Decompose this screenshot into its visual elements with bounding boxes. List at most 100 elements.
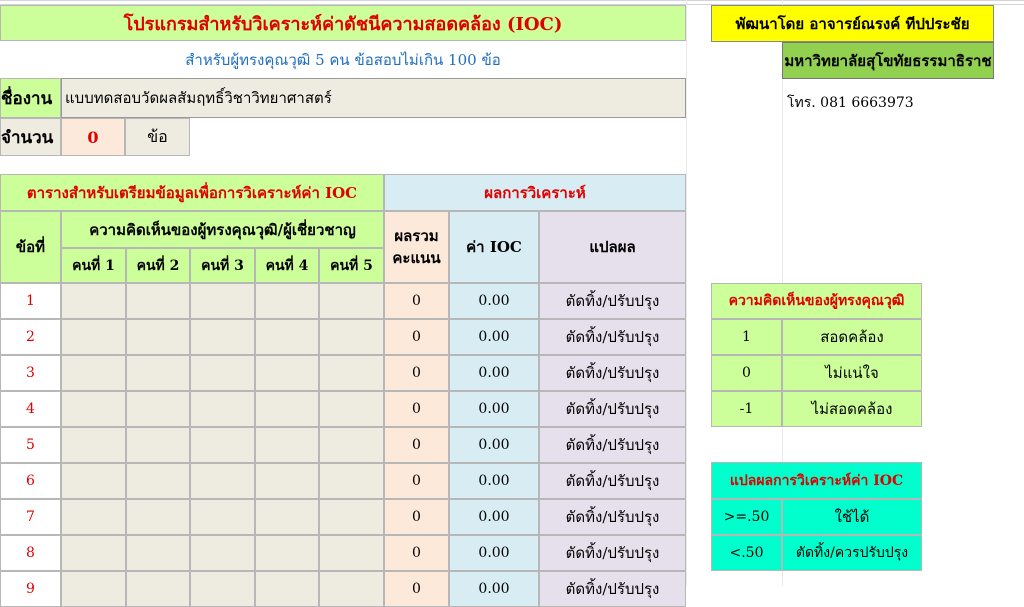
phone-number: โทร. 081 6663973 [787,95,914,111]
interpretation: ตัดทิ้ง/ปรับปรุง [539,571,686,607]
interpretation: ตัดทิ้ง/ปรับปรุง [539,535,686,571]
total-score-header: ผลรวม คะแนน [384,211,449,283]
expert-3-header: คนที่ 3 [190,248,255,283]
ioc-header: ค่า IOC [449,211,539,283]
expert-3-score[interactable] [190,391,255,427]
opinion-legend-label-2: ไม่แน่ใจ [782,355,922,391]
expert-1-score[interactable] [61,391,126,427]
opinion-legend-value-3: -1 [711,391,782,427]
expert-1-score[interactable] [61,355,126,391]
ioc-legend-label-1: ใช้ได้ [782,499,922,535]
expert-1-score[interactable] [61,535,126,571]
count-value[interactable]: 0 [61,118,125,156]
total-score: 0 [384,463,449,499]
expert-5-score[interactable] [319,319,384,355]
expert-3-score[interactable] [190,319,255,355]
expert-4-score[interactable] [255,391,319,427]
expert-3-score[interactable] [190,355,255,391]
expert-1-score[interactable] [61,319,126,355]
item-number: 1 [0,283,61,319]
ioc-value: 0.00 [449,283,539,319]
opinion-legend-value-1: 1 [711,319,782,355]
expert-2-score[interactable] [126,319,190,355]
interpretation-header: แปลผล [539,211,686,283]
count-label: จำนวน [0,118,61,156]
expert-3-score[interactable] [190,463,255,499]
expert-4-score[interactable] [255,499,319,535]
developer-credit: พัฒนาโดย อาจารย์ณรงค์ ทีปประชัย [711,5,994,42]
expert-4-score[interactable] [255,319,319,355]
total-score-header-line2: คะแนน [392,249,441,267]
result-title: ผลการวิเคราะห์ [384,174,686,211]
opinion-legend-label-1: สอดคล้อง [782,319,922,355]
expert-3-score[interactable] [190,283,255,319]
program-title: โปรแกรมสำหรับวิเคราะห์ค่าดัชนีความสอดคล้… [0,5,686,41]
expert-3-score[interactable] [190,499,255,535]
expert-3-score[interactable] [190,427,255,463]
item-number-header: ข้อที่ [0,211,61,283]
item-number: 6 [0,463,61,499]
expert-4-score[interactable] [255,427,319,463]
expert-1-score[interactable] [61,283,126,319]
item-number: 9 [0,571,61,607]
expert-4-score[interactable] [255,283,319,319]
expert-2-score[interactable] [126,391,190,427]
expert-1-score[interactable] [61,571,126,607]
ioc-value: 0.00 [449,319,539,355]
ioc-value: 0.00 [449,391,539,427]
ioc-value: 0.00 [449,535,539,571]
ioc-legend-title: แปลผลการวิเคราะห์ค่า IOC [711,462,922,499]
total-score: 0 [384,427,449,463]
expert-5-score[interactable] [319,535,384,571]
expert-1-score[interactable] [61,499,126,535]
expert-5-score[interactable] [319,571,384,607]
expert-4-score[interactable] [255,571,319,607]
opinion-legend-title: ความคิดเห็นของผู้ทรงคุณวุฒิ [711,283,922,319]
item-number: 8 [0,535,61,571]
expert-2-score[interactable] [126,499,190,535]
total-score: 0 [384,499,449,535]
opinion-legend-value-2: 0 [711,355,782,391]
expert-1-score[interactable] [61,463,126,499]
expert-2-score[interactable] [126,535,190,571]
expert-5-score[interactable] [319,427,384,463]
expert-5-score[interactable] [319,391,384,427]
interpretation: ตัดทิ้ง/ปรับปรุง [539,499,686,535]
expert-2-score[interactable] [126,355,190,391]
expert-2-score[interactable] [126,463,190,499]
expert-2-score[interactable] [126,283,190,319]
name-label: ชื่องาน [0,78,61,118]
interpretation: ตัดทิ้ง/ปรับปรุง [539,427,686,463]
ioc-value: 0.00 [449,499,539,535]
experts-header: ความคิดเห็นของผู้ทรงคุณวุฒิ/ผู้เชี่ยวชาญ [61,211,384,248]
total-score: 0 [384,391,449,427]
expert-4-score[interactable] [255,463,319,499]
expert-1-score[interactable] [61,427,126,463]
expert-5-score[interactable] [319,355,384,391]
name-input[interactable]: แบบทดสอบวัดผลสัมฤทธิ์วิชาวิทยาศาสตร์ [61,78,686,118]
expert-5-score[interactable] [319,463,384,499]
expert-2-score[interactable] [126,571,190,607]
item-number: 4 [0,391,61,427]
expert-3-score[interactable] [190,535,255,571]
interpretation: ตัดทิ้ง/ปรับปรุง [539,355,686,391]
expert-2-header: คนที่ 2 [126,248,190,283]
expert-3-score[interactable] [190,571,255,607]
total-score: 0 [384,283,449,319]
item-number: 3 [0,355,61,391]
program-subtitle: สำหรับผู้ทรงคุณวุฒิ 5 คน ข้อสอบไม่เกิน 1… [185,50,501,69]
university-name: มหาวิทยาลัยสุโขทัยธรรมาธิราช [782,42,994,79]
ioc-legend-value-1: >=.50 [711,499,782,535]
expert-2-score[interactable] [126,427,190,463]
total-score: 0 [384,319,449,355]
expert-4-score[interactable] [255,355,319,391]
expert-5-score[interactable] [319,499,384,535]
expert-5-score[interactable] [319,283,384,319]
expert-4-header: คนที่ 4 [255,248,319,283]
expert-4-score[interactable] [255,535,319,571]
opinion-legend-label-3: ไม่สอดคล้อง [782,391,922,427]
interpretation: ตัดทิ้ง/ปรับปรุง [539,391,686,427]
item-number: 2 [0,319,61,355]
item-number: 5 [0,427,61,463]
total-score: 0 [384,535,449,571]
